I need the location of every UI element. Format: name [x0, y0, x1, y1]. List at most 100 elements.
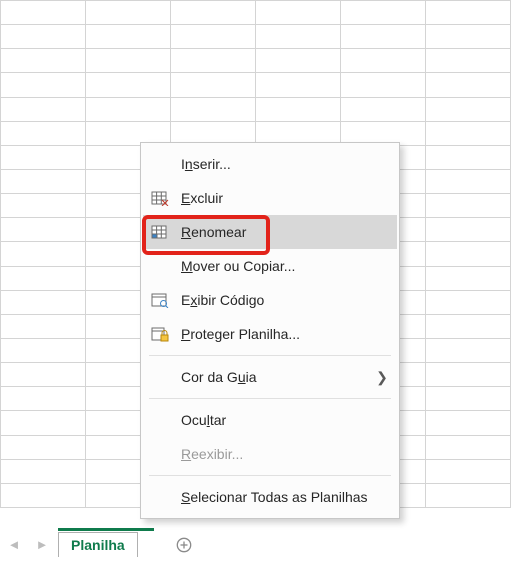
rename-grid-icon — [149, 223, 171, 241]
cell[interactable] — [86, 25, 171, 49]
cell[interactable] — [426, 145, 511, 169]
cell[interactable] — [171, 73, 256, 97]
cell[interactable] — [256, 49, 341, 73]
cell[interactable] — [426, 459, 511, 483]
menu-item-rename[interactable]: Renomear — [143, 215, 397, 249]
menu-label: Renomear — [181, 224, 389, 240]
cell[interactable] — [341, 49, 426, 73]
cell[interactable] — [1, 314, 86, 338]
cell[interactable] — [1, 97, 86, 121]
cell[interactable] — [426, 242, 511, 266]
menu-separator — [149, 355, 391, 356]
cell[interactable] — [256, 25, 341, 49]
cell[interactable] — [1, 435, 86, 459]
sheet-tab-label: Planilha — [71, 537, 125, 553]
cell[interactable] — [1, 218, 86, 242]
cell[interactable] — [426, 338, 511, 362]
menu-item-move[interactable]: Mover ou Copiar... — [143, 249, 397, 283]
menu-separator — [149, 398, 391, 399]
menu-label: Selecionar Todas as Planilhas — [181, 489, 389, 505]
cell[interactable] — [1, 338, 86, 362]
cell[interactable] — [426, 73, 511, 97]
plus-circle-icon — [176, 537, 192, 553]
cell[interactable] — [426, 218, 511, 242]
cell[interactable] — [1, 49, 86, 73]
cell[interactable] — [1, 121, 86, 145]
cell[interactable] — [426, 387, 511, 411]
blank-icon — [149, 257, 171, 275]
lock-sheet-icon — [149, 325, 171, 343]
cell[interactable] — [256, 97, 341, 121]
cell[interactable] — [1, 242, 86, 266]
cell[interactable] — [171, 25, 256, 49]
cell[interactable] — [256, 73, 341, 97]
cell[interactable] — [426, 25, 511, 49]
cell[interactable] — [426, 411, 511, 435]
cell[interactable] — [171, 49, 256, 73]
cell[interactable] — [426, 49, 511, 73]
cell[interactable] — [426, 121, 511, 145]
sheet-nav-arrows[interactable]: ◄ ► — [0, 532, 56, 557]
cell[interactable] — [171, 1, 256, 25]
menu-item-tabcolor[interactable]: Cor da Guia❯ — [143, 360, 397, 394]
menu-label: Ocultar — [181, 412, 389, 428]
cell[interactable] — [426, 1, 511, 25]
menu-item-hide[interactable]: Ocultar — [143, 403, 397, 437]
menu-label: Exibir Código — [181, 292, 389, 308]
cell[interactable] — [1, 266, 86, 290]
cell[interactable] — [1, 194, 86, 218]
cell[interactable] — [1, 73, 86, 97]
cell[interactable] — [1, 145, 86, 169]
menu-item-insert[interactable]: Inserir... — [143, 147, 397, 181]
blank-icon — [149, 368, 171, 386]
menu-item-delete[interactable]: Excluir — [143, 181, 397, 215]
cell[interactable] — [1, 25, 86, 49]
chevron-right-icon: ❯ — [375, 369, 389, 386]
cell[interactable] — [341, 97, 426, 121]
menu-label: Cor da Guia — [181, 369, 375, 385]
cell[interactable] — [426, 314, 511, 338]
cell[interactable] — [426, 435, 511, 459]
menu-item-protect[interactable]: Proteger Planilha... — [143, 317, 397, 351]
cell[interactable] — [1, 290, 86, 314]
cell[interactable] — [1, 483, 86, 507]
cell[interactable] — [1, 169, 86, 193]
sheet-tab[interactable]: Planilha — [58, 532, 138, 557]
cell[interactable] — [86, 73, 171, 97]
arrow-left-icon: ◄ — [8, 537, 21, 552]
sheet-tab-context-menu: Inserir... Excluir Renomear Mover ou Copiar… — [140, 142, 400, 519]
blank-icon — [149, 488, 171, 506]
cell[interactable] — [256, 1, 341, 25]
menu-item-selall[interactable]: Selecionar Todas as Planilhas — [143, 480, 397, 514]
cell[interactable] — [341, 73, 426, 97]
cell[interactable] — [1, 459, 86, 483]
cell[interactable] — [171, 97, 256, 121]
cell[interactable] — [341, 1, 426, 25]
cell[interactable] — [426, 169, 511, 193]
cell[interactable] — [1, 1, 86, 25]
cell[interactable] — [426, 363, 511, 387]
cell[interactable] — [1, 363, 86, 387]
menu-label: Excluir — [181, 190, 389, 206]
cell[interactable] — [86, 1, 171, 25]
cell[interactable] — [426, 194, 511, 218]
cell[interactable] — [426, 483, 511, 507]
menu-label: Mover ou Copiar... — [181, 258, 389, 274]
cell[interactable] — [86, 97, 171, 121]
cell[interactable] — [1, 411, 86, 435]
cell[interactable] — [426, 290, 511, 314]
menu-item-unhide: Reexibir... — [143, 437, 397, 471]
blank-icon — [149, 445, 171, 463]
cell[interactable] — [1, 387, 86, 411]
menu-label: Reexibir... — [181, 446, 389, 462]
blank-icon — [149, 155, 171, 173]
cell[interactable] — [86, 49, 171, 73]
cell[interactable] — [341, 25, 426, 49]
cell[interactable] — [426, 97, 511, 121]
menu-separator — [149, 475, 391, 476]
menu-item-code[interactable]: Exibir Código — [143, 283, 397, 317]
new-sheet-button[interactable] — [166, 532, 202, 557]
delete-grid-icon — [149, 189, 171, 207]
cell[interactable] — [426, 266, 511, 290]
arrow-right-icon: ► — [36, 537, 49, 552]
